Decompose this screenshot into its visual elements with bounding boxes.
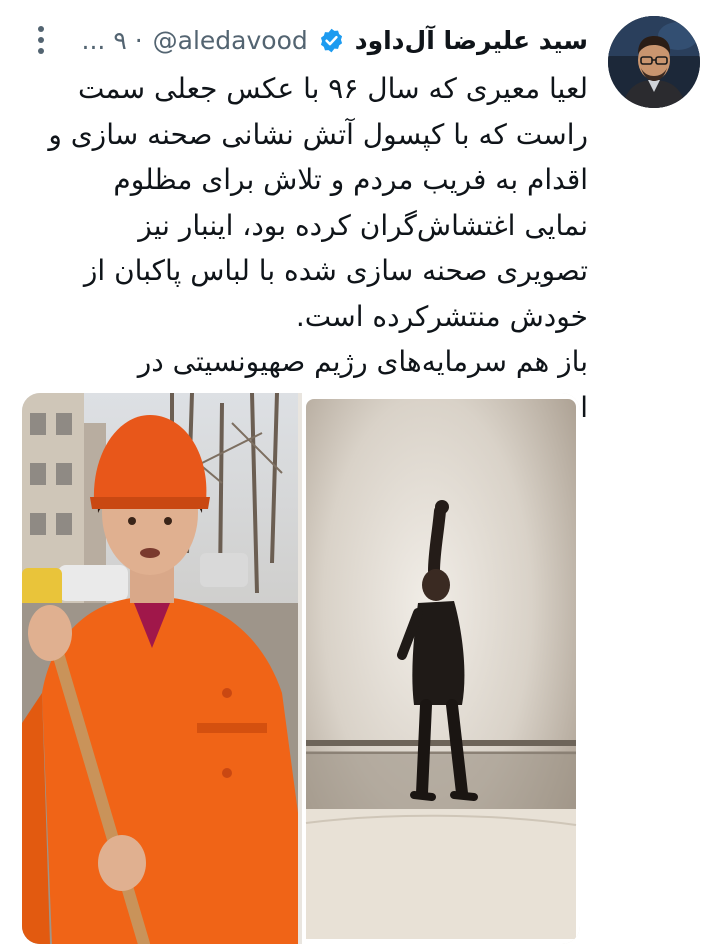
tweet-text-paragraph-1: لعیا معیری که سال ۹۶ با عکس جعلی سمت راس… [48,72,588,333]
tweet-text: لعیا معیری که سال ۹۶ با عکس جعلی سمت راس… [48,66,588,430]
verified-badge-icon [318,27,345,54]
tweet-media[interactable] [22,393,580,944]
tweet-header: سید علیرضا آل‌داود @aledavood ... ۹ · [82,18,588,62]
tweet: سید علیرضا آل‌داود @aledavood ... ۹ · لع… [0,0,720,944]
avatar-image [608,16,700,108]
avatar[interactable] [608,16,700,108]
right-photo [302,393,580,944]
left-photo [22,393,298,944]
more-options-icon[interactable] [26,22,56,58]
user-handle[interactable]: @aledavood [153,26,308,55]
media-image [22,393,580,944]
display-name[interactable]: سید علیرضا آل‌داود [355,26,588,55]
timestamp: ... ۹ · [81,25,143,55]
